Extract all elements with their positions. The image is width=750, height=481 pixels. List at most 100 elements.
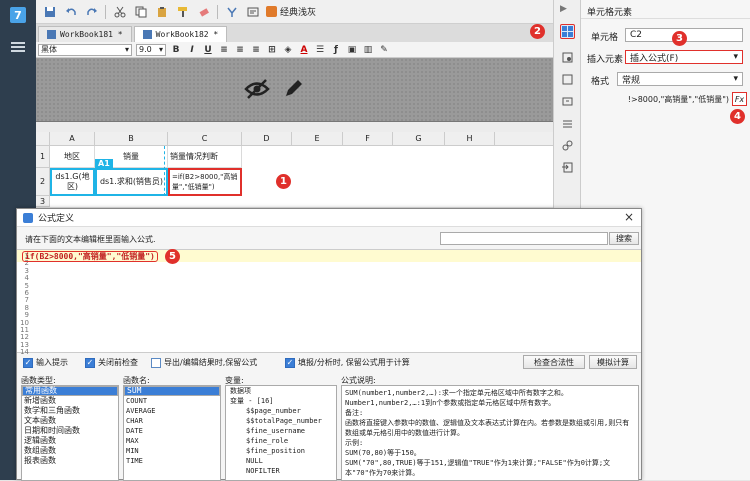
option-check-before-close[interactable]: ✓ 关闭前检查 (85, 357, 138, 368)
align-left-icon[interactable]: ≡ (218, 44, 230, 56)
checkbox-checked-icon[interactable]: ✓ (285, 357, 295, 368)
column-header-e[interactable]: E (292, 132, 343, 146)
checkbox-unchecked-icon[interactable] (151, 357, 161, 368)
image-icon[interactable]: ▣ (346, 44, 358, 56)
option-input-hint[interactable]: ✓ 输入提示 (23, 357, 68, 368)
column-header-b[interactable]: B (95, 132, 168, 146)
condition-icon[interactable] (560, 116, 575, 131)
function-type-item[interactable]: 报表函数 (22, 456, 118, 466)
hidden-eye-icon[interactable] (244, 78, 270, 103)
row-header-1[interactable]: 1 (36, 146, 50, 168)
function-name-item[interactable]: SUM (124, 386, 220, 396)
variable-item[interactable]: 数据项 (226, 386, 336, 396)
function-type-item[interactable]: 逻辑函数 (22, 436, 118, 446)
cell-c2[interactable]: =if(B2>8000,"高销量","低销量") (168, 168, 242, 196)
option-keep-formula-fill[interactable]: ✓ 填报/分析时, 保留公式用于计算 (285, 357, 410, 368)
eraser-icon[interactable] (196, 4, 211, 19)
variable-item[interactable]: $fine_role (226, 436, 336, 446)
cell-attribute-icon[interactable] (560, 50, 575, 65)
redo-icon[interactable] (84, 4, 99, 19)
format-painter-icon[interactable] (175, 4, 190, 19)
column-header-h[interactable]: H (445, 132, 495, 146)
variable-item[interactable]: $fine_username (226, 426, 336, 436)
function-name-item[interactable]: MIN (124, 446, 220, 456)
row-header-3[interactable]: 3 (36, 196, 50, 207)
undo-icon[interactable] (63, 4, 78, 19)
hyperlink-icon[interactable] (560, 138, 575, 153)
function-type-item[interactable]: 新增函数 (22, 396, 118, 406)
cell-a1[interactable]: 地区 (50, 146, 95, 168)
function-type-item[interactable]: 日期和时间函数 (22, 426, 118, 436)
style-icon[interactable] (560, 72, 575, 87)
variable-item[interactable]: NOFILTER (226, 466, 336, 476)
simulate-button[interactable]: 模拟计算 (589, 355, 637, 369)
function-name-item[interactable]: MAX (124, 436, 220, 446)
cell-b2[interactable]: ds1.求和(销售员) (95, 168, 168, 196)
edit-pencil-icon[interactable] (282, 78, 304, 103)
align-center-icon[interactable]: ≡ (234, 44, 246, 56)
function-type-item[interactable]: 数组函数 (22, 446, 118, 456)
column-header-d[interactable]: D (242, 132, 292, 146)
horizontal-scrollbar[interactable] (36, 122, 553, 132)
search-button[interactable]: 搜索 (609, 232, 639, 245)
column-header-g[interactable]: G (393, 132, 445, 146)
formula-text[interactable]: if(B2>8000,"高销量","低销量") (22, 251, 158, 262)
checkbox-checked-icon[interactable]: ✓ (85, 357, 95, 368)
italic-icon[interactable]: I (186, 44, 198, 56)
tab-workbook182[interactable]: WorkBook182 * (133, 26, 228, 42)
column-header-a[interactable]: A (50, 132, 95, 146)
save-icon[interactable] (42, 4, 57, 19)
font-family-select[interactable]: 黑体 ▾ (38, 43, 132, 56)
cell-element-icon[interactable] (560, 24, 575, 39)
function-name-item[interactable]: COUNT (124, 396, 220, 406)
function-name-item[interactable]: DATE (124, 426, 220, 436)
function-type-item[interactable]: 文本函数 (22, 416, 118, 426)
insert-element-select[interactable]: 插入公式(F) ▾ (625, 50, 743, 64)
merge-icon[interactable] (224, 4, 239, 19)
format-select[interactable]: 常规 ▾ (617, 72, 743, 86)
preview-icon[interactable] (245, 4, 260, 19)
variable-item[interactable]: $$page_number (226, 406, 336, 416)
formula-icon[interactable]: ƒ (330, 44, 342, 56)
search-input[interactable] (440, 232, 608, 245)
border-icon[interactable]: ⊞ (266, 44, 278, 56)
check-validity-button[interactable]: 检查合法性 (523, 355, 585, 369)
cut-icon[interactable] (112, 4, 127, 19)
bold-icon[interactable]: B (170, 44, 182, 56)
variable-item[interactable]: NULL (226, 456, 336, 466)
font-size-select[interactable]: 9.0 ▾ (136, 43, 166, 56)
wrap-icon[interactable]: ☰ (314, 44, 326, 56)
variables-list[interactable]: 数据项 变量 - [16] $$page_number $$totalPage_num… (225, 385, 337, 481)
font-color-icon[interactable]: A (298, 44, 310, 56)
chevron-right-icon[interactable]: ▶ (560, 4, 567, 14)
variable-item[interactable]: 变量 - [16] (226, 396, 336, 406)
cell-c1[interactable]: 销量情况判断 (168, 146, 242, 168)
paste-icon[interactable] (154, 4, 169, 19)
brush-icon[interactable]: ✎ (378, 44, 390, 56)
function-type-item[interactable]: 数学和三角函数 (22, 406, 118, 416)
function-name-item[interactable]: CHAR (124, 416, 220, 426)
menu-icon[interactable] (4, 36, 32, 58)
underline-icon[interactable]: U (202, 44, 214, 56)
function-name-item[interactable]: AVERAGE (124, 406, 220, 416)
theme-selector[interactable]: 经典浅灰 (266, 5, 316, 18)
checkbox-checked-icon[interactable]: ✓ (23, 357, 33, 368)
formula-editor[interactable]: 1 2 3 4 5 6 7 8 9 10 11 12 13 14 if(B2>8000,"高销量","低销… (17, 249, 641, 356)
function-names-list[interactable]: SUM COUNT AVERAGE CHAR DATE MAX MIN TIME (123, 385, 221, 481)
option-keep-formula-export[interactable]: 导出/编辑结果时,保留公式 (151, 357, 257, 368)
tab-workbook181[interactable]: WorkBook181 * (38, 26, 132, 42)
cell-a2[interactable]: ds1.G(地区) (50, 168, 95, 196)
row-header-2[interactable]: 2 (36, 168, 50, 196)
function-types-list[interactable]: 常用函数 新增函数 数学和三角函数 文本函数 日期和时间函数 逻辑函数 数组函数 报表函数 (21, 385, 119, 481)
function-name-item[interactable]: TIME (124, 456, 220, 466)
function-type-item[interactable]: 常用函数 (22, 386, 118, 396)
chart-icon[interactable]: ▥ (362, 44, 374, 56)
fill-color-icon[interactable]: ◈ (282, 44, 294, 56)
fx-button[interactable]: Fx (732, 92, 747, 106)
close-icon[interactable]: × (623, 211, 635, 223)
variable-item[interactable]: $fine_position (226, 446, 336, 456)
widget-icon[interactable] (560, 94, 575, 109)
align-right-icon[interactable]: ≡ (250, 44, 262, 56)
column-header-f[interactable]: F (343, 132, 393, 146)
variable-item[interactable]: $$totalPage_number (226, 416, 336, 426)
